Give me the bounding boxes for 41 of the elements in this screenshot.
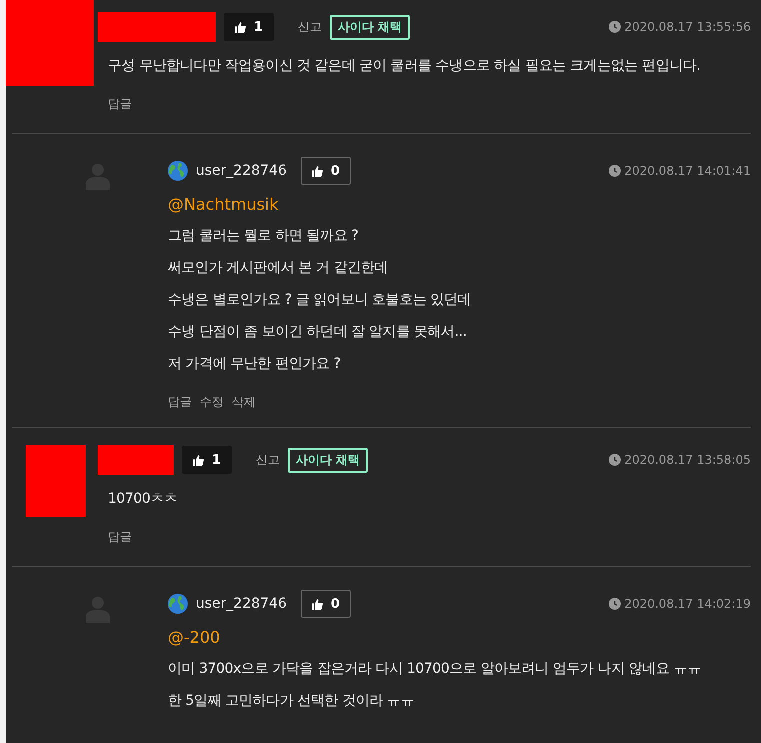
comment-time: 2020.08.17 13:55:56 xyxy=(624,20,751,34)
like-button[interactable]: 0 xyxy=(300,590,352,618)
comment-action-link[interactable]: 답글 xyxy=(108,96,132,113)
comment-time: 2020.08.17 13:58:05 xyxy=(624,453,751,467)
reply-time: 2020.08.17 14:02:19 xyxy=(624,597,751,611)
cider-pick-badge[interactable]: 사이다 채택 xyxy=(330,14,410,40)
reply-text: 그럼 쿨러는 뭘로 하면 될까요 ? xyxy=(168,227,358,246)
reply-text: 써모인가 게시판에서 본 거 같긴한데 xyxy=(168,259,388,278)
report-link[interactable]: 신고 xyxy=(256,452,280,468)
clock-icon xyxy=(608,21,621,33)
reply-text: 이미 3700x으로 가닥을 잡은거라 다시 10700으로 알아보려니 엄두가 나지 않네요 ㅠㅠ xyxy=(168,660,701,679)
globe-icon xyxy=(168,594,188,614)
globe-icon xyxy=(168,161,188,181)
comment-action-link[interactable]: 답글 xyxy=(108,529,132,546)
like-button[interactable]: 1 xyxy=(224,13,274,41)
username[interactable]: user_228746 xyxy=(196,596,287,612)
comment-text: 10700ㅊㅊ xyxy=(108,490,178,509)
redacted-avatar xyxy=(26,445,86,517)
cider-pick-badge[interactable]: 사이다 채택 xyxy=(288,448,368,472)
like-button[interactable]: 1 xyxy=(182,446,232,474)
mention-link[interactable]: @Nachtmusik xyxy=(168,190,751,220)
thumbs-up-icon xyxy=(235,22,246,32)
like-button[interactable]: 0 xyxy=(300,157,352,185)
reply-time: 2020.08.17 14:01:41 xyxy=(624,164,751,178)
reply-text: 수냉은 별로인가요 ? 글 읽어보니 호불호는 있던데 xyxy=(168,291,472,310)
reply-action-link[interactable]: 수정 xyxy=(200,394,224,411)
clock-icon xyxy=(608,598,621,610)
reply-text: 수냉 단점이 좀 보이긴 하던데 잘 알지를 못해서... xyxy=(168,323,467,342)
comment-text: 구성 무난합니다만 작업용이신 것 같은데 굳이 쿨러를 수냉으로 하실 필요는 크게는없는 편입니다. xyxy=(108,57,701,76)
reply-action-link[interactable]: 답글 xyxy=(168,394,192,411)
report-link[interactable]: 신고 xyxy=(298,18,322,36)
clock-icon xyxy=(608,165,621,177)
username[interactable]: user_228746 xyxy=(196,163,287,179)
mention-link[interactable]: @-200 xyxy=(168,623,751,653)
thumbs-up-icon xyxy=(312,166,323,176)
clock-icon xyxy=(608,454,621,466)
thumbs-up-icon xyxy=(193,454,204,466)
thumbs-up-icon xyxy=(312,598,323,610)
reply-action-link[interactable]: 삭제 xyxy=(232,394,256,411)
reply-text: 저 가격에 무난한 편인가요 ? xyxy=(168,355,341,374)
reply-text: 한 5일째 고민하다가 선택한 것이라 ㅠㅠ xyxy=(168,692,414,711)
